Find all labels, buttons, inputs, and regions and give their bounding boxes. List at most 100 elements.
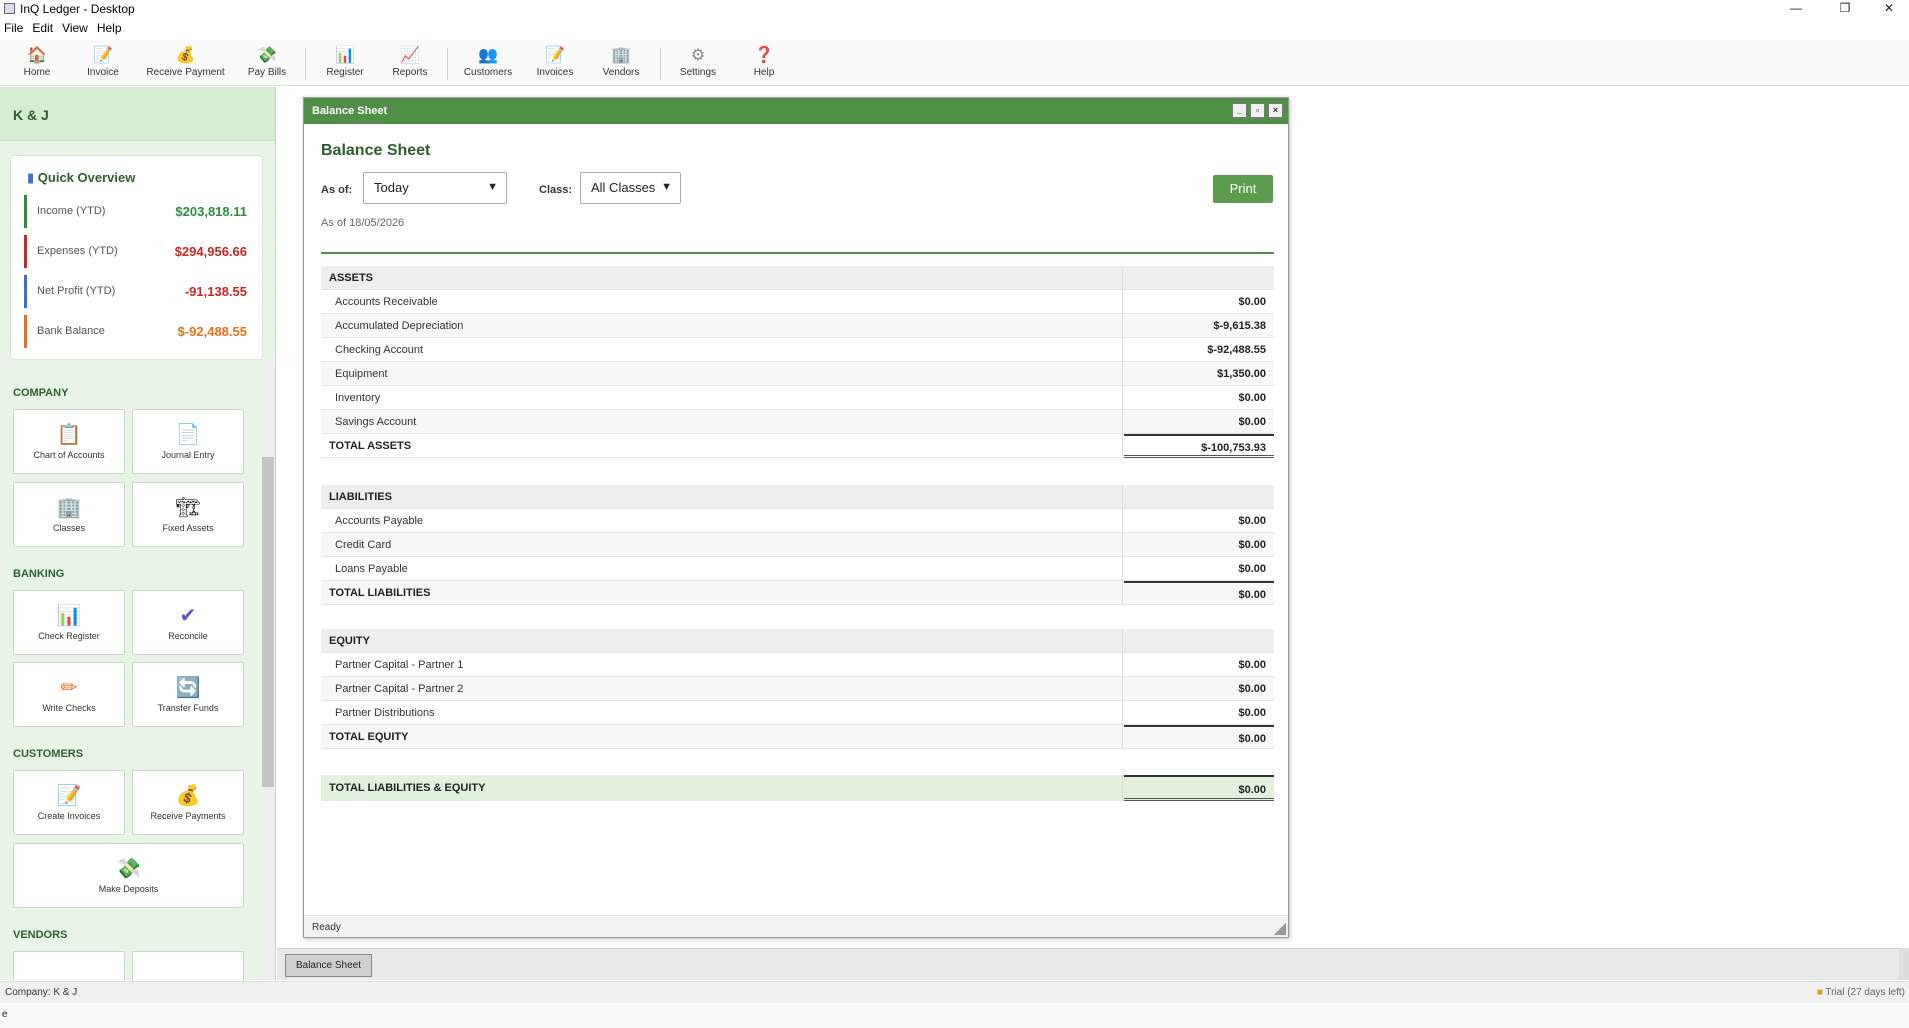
house-icon: 🏠: [27, 47, 47, 64]
table-row: Partner Distributions $0.00: [321, 701, 1274, 725]
grand-total-row: TOTAL LIABILITIES & EQUITY $0.00: [321, 775, 1274, 801]
child-window-titlebar[interactable]: Balance Sheet _ ▫ ×: [304, 98, 1288, 124]
toolbar-invoice-button[interactable]: 📝 Invoice: [80, 40, 126, 86]
as-of-select[interactable]: Today ▼: [363, 172, 507, 204]
write-checks-button[interactable]: ✏ Write Checks: [13, 662, 125, 727]
receive-payments-button[interactable]: 💰 Receive Payments: [132, 770, 244, 835]
account-amount: $0.00: [1238, 416, 1266, 428]
vendor-tile-1[interactable]: [13, 951, 125, 980]
people-icon: 👥: [478, 47, 498, 64]
class-value: All Classes: [591, 180, 656, 195]
toolbar-label: Receive Payment: [146, 67, 225, 78]
account-name: Checking Account: [321, 338, 1123, 362]
child-maximize-button[interactable]: ▫: [1250, 103, 1265, 118]
total-label: TOTAL EQUITY: [321, 725, 1123, 749]
overview-label: Net Profit (YTD): [37, 285, 116, 297]
transfer-funds-button[interactable]: 🔄 Transfer Funds: [132, 662, 244, 727]
toolbar-settings-button[interactable]: ⚙ Settings: [675, 40, 721, 86]
toolbar-label: Register: [326, 67, 364, 78]
warning-icon: ■: [1816, 987, 1823, 998]
overview-income-row: Income (YTD) $203,818.11: [24, 195, 257, 228]
total-amount: $0.00: [1124, 581, 1274, 605]
cash-icon: 💸: [116, 858, 141, 880]
toolbar-receive-payment-button[interactable]: 💰 Receive Payment: [143, 40, 228, 86]
overview-label: Income (YTD): [37, 205, 106, 217]
account-name: Savings Account: [321, 410, 1123, 434]
section-header-row: EQUITY: [321, 629, 1274, 653]
journal-entry-button[interactable]: 📄 Journal Entry: [132, 409, 244, 474]
account-amount: $-9,615.38: [1213, 320, 1266, 332]
resize-grip[interactable]: [1274, 923, 1286, 935]
reconcile-button[interactable]: ✔ Reconcile: [132, 590, 244, 655]
minimize-button[interactable]: —: [1774, 0, 1818, 18]
total-amount: $-100,753.93: [1124, 434, 1274, 458]
liabilities-section: LIABILITIES Accounts Payable $0.00 Credi…: [321, 485, 1274, 605]
section-header: ASSETS: [321, 266, 1123, 290]
sidebar-scrollbar[interactable]: [261, 367, 275, 980]
as-of-date-text: As of 18/05/2026: [321, 217, 405, 229]
workspace-scrollbar[interactable]: [1899, 948, 1909, 980]
as-of-value: Today: [374, 180, 409, 195]
building-icon: 🏢: [56, 497, 82, 519]
table-row: Accumulated Depreciation $-9,615.38: [321, 314, 1274, 338]
section-header: LIABILITIES: [321, 485, 1123, 509]
quick-overview-title: ▮ Quick Overview: [27, 170, 136, 185]
overview-value: -91,138.55: [184, 284, 247, 299]
account-amount: $0.00: [1238, 563, 1266, 575]
toolbar-register-button[interactable]: 📊 Register: [322, 40, 368, 86]
menu-edit[interactable]: Edit: [28, 19, 58, 39]
toolbar-home-button[interactable]: 🏠 Home: [14, 40, 60, 86]
toolbar-pay-bills-button[interactable]: 💸 Pay Bills: [244, 40, 290, 86]
grand-total-amount: $0.00: [1124, 775, 1274, 801]
account-name: Loans Payable: [321, 557, 1123, 581]
transfer-icon: 🔄: [175, 677, 201, 699]
tile-label: Journal Entry: [161, 450, 215, 460]
menu-help[interactable]: Help: [93, 19, 127, 39]
create-invoices-button[interactable]: 📝 Create Invoices: [13, 770, 125, 835]
overview-value: $294,956.66: [174, 244, 247, 259]
print-button[interactable]: Print: [1213, 175, 1273, 203]
toolbar-label: Pay Bills: [247, 67, 287, 78]
menu-view[interactable]: View: [58, 19, 93, 39]
toolbar-vendors-button[interactable]: 🏢 Vendors: [598, 40, 644, 86]
scrollbar-thumb[interactable]: [262, 457, 274, 787]
fixed-assets-button[interactable]: 🏗 Fixed Assets: [132, 482, 244, 547]
table-row: Equipment $1,350.00: [321, 362, 1274, 386]
class-select[interactable]: All Classes ▼: [580, 172, 681, 204]
classes-button[interactable]: 🏢 Classes: [13, 482, 125, 547]
toolbar-label: Customers: [463, 67, 513, 78]
toolbar-customers-button[interactable]: 👥 Customers: [462, 40, 514, 86]
total-row: TOTAL ASSETS $-100,753.93: [321, 434, 1274, 458]
toolbar-help-button[interactable]: ❓ Help: [741, 40, 787, 86]
toolbar-separator: [305, 48, 306, 80]
make-deposits-button[interactable]: 💸 Make Deposits: [13, 843, 244, 908]
child-close-button[interactable]: ×: [1268, 103, 1283, 118]
checkmark-icon: ✔: [179, 605, 197, 627]
chart-icon: ▮: [27, 170, 35, 185]
child-minimize-button[interactable]: _: [1232, 103, 1247, 118]
close-button[interactable]: ✕: [1867, 0, 1909, 18]
section-header-row: LIABILITIES: [321, 485, 1274, 509]
toolbar-invoices-button[interactable]: 📝 Invoices: [532, 40, 578, 86]
child-status-bar: Ready: [304, 915, 1288, 937]
chevron-down-icon: ▼: [661, 181, 672, 193]
menu-file[interactable]: File: [0, 19, 28, 39]
section-company: COMPANY: [13, 387, 69, 399]
question-icon: ❓: [754, 47, 774, 64]
toolbar-label: Vendors: [602, 67, 640, 78]
vendor-tile-2[interactable]: [132, 951, 244, 980]
restore-button[interactable]: ❐: [1823, 0, 1867, 18]
tile-label: Classes: [52, 523, 85, 533]
divider: [321, 252, 1274, 254]
toolbar-label: Help: [753, 67, 775, 78]
tab-balance-sheet[interactable]: Balance Sheet: [285, 954, 372, 977]
account-name: Equipment: [321, 362, 1123, 386]
tile-label: Chart of Accounts: [33, 450, 105, 460]
check-register-button[interactable]: 📊 Check Register: [13, 590, 125, 655]
toolbar-reports-button[interactable]: 📈 Reports: [387, 40, 433, 86]
account-name: Credit Card: [321, 533, 1123, 557]
account-name: Accumulated Depreciation: [321, 314, 1123, 338]
gear-icon: ⚙: [690, 47, 706, 64]
chart-of-accounts-button[interactable]: 📋 Chart of Accounts: [13, 409, 125, 474]
invoice-icon: 📝: [56, 785, 82, 807]
